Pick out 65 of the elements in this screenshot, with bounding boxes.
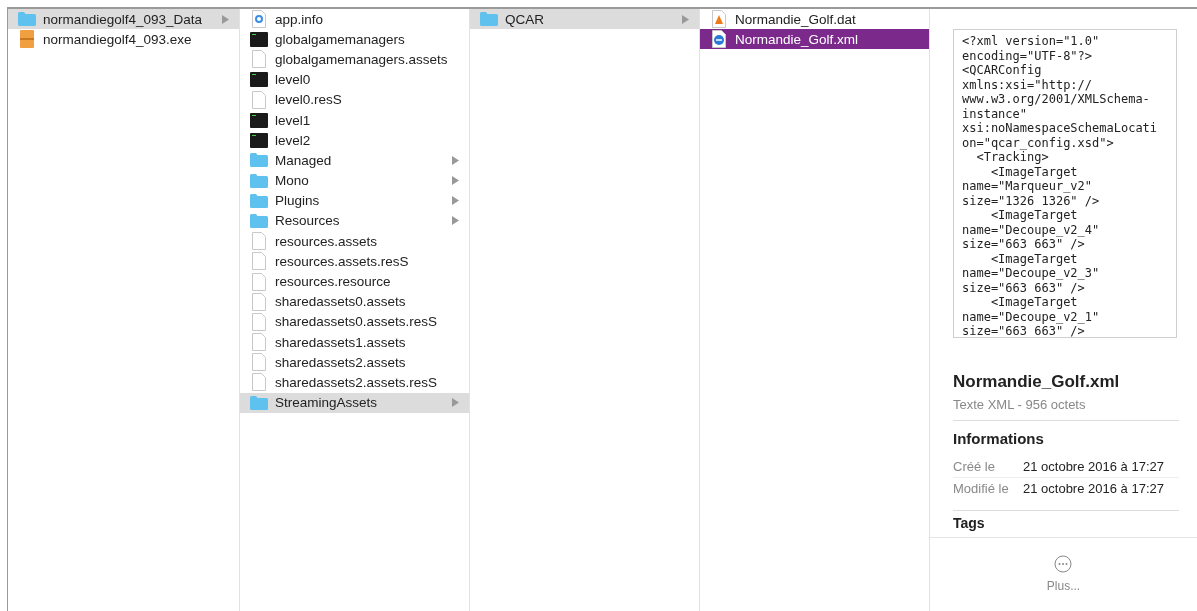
file-row[interactable]: app.info — [240, 9, 469, 30]
file-name: Normandie_Golf.xml — [953, 372, 1121, 392]
folder-icon — [250, 193, 268, 208]
more-icon — [1054, 555, 1073, 573]
section-heading: Tags — [953, 515, 986, 531]
terminal-icon — [250, 31, 268, 47]
file-row[interactable]: Normandie_Golf.dat — [700, 9, 929, 30]
chevron-icon — [452, 155, 459, 165]
file-row[interactable]: globalgamemanagers — [240, 29, 469, 50]
info-value: 21 octobre 2016 à 17:27 — [1023, 481, 1164, 496]
folder-icon — [480, 12, 498, 27]
file-row[interactable]: level0.resS — [240, 89, 469, 110]
chevron-icon — [222, 14, 229, 24]
folder-icon — [250, 213, 268, 228]
document-icon — [252, 312, 266, 331]
cone-icon — [712, 10, 726, 29]
terminal-icon — [250, 132, 268, 148]
file-row[interactable]: StreamingAssets — [240, 392, 469, 413]
file-row[interactable]: normandiegolf4_093.exe — [8, 29, 239, 50]
document-icon — [252, 252, 266, 271]
file-row[interactable]: Mono — [240, 170, 469, 191]
archive-icon — [20, 30, 34, 49]
file-row[interactable]: level2 — [240, 130, 469, 151]
xml-preview-text: <?xml version="1.0" encoding="UTF-8"?> <QCARConfig xmlns:xsi="http:// www.w3.org/2001/XMLSchema- instance" xsi:noNamespaceSchemaLocati on="qcar_config.xsd"> <Tracking> <ImageTarget name="Marqueur_v2" size="1326 1326" /> <ImageTarget name="Decoupe_v2_4" size="663 663" /> <ImageTarget name="Decoupe_v2_3" size="663 663" /> <ImageTarget name="Decoupe_v2_1" size="663 663" /> — [953, 29, 1177, 338]
file-row[interactable]: resources.assets.resS — [240, 251, 469, 272]
file-type-size: Texte XML - 956 octets — [953, 397, 1179, 421]
file-row[interactable]: sharedassets1.assets — [240, 332, 469, 353]
document-icon — [252, 373, 266, 392]
file-row[interactable]: Plugins — [240, 190, 469, 211]
file-row[interactable]: sharedassets0.assets — [240, 291, 469, 312]
document-icon — [252, 10, 266, 29]
file-row[interactable]: resources.assets — [240, 231, 469, 252]
xml-file-icon — [712, 30, 726, 49]
file-row[interactable]: Managed — [240, 150, 469, 171]
info-label: Modifié le — [953, 481, 1010, 496]
folder-icon — [250, 173, 268, 188]
document-icon — [252, 90, 266, 109]
file-row[interactable]: QCAR — [470, 9, 699, 30]
document-icon — [252, 50, 266, 69]
more-button[interactable]: Plus... — [1046, 555, 1081, 593]
document-icon — [252, 333, 266, 352]
terminal-icon — [250, 112, 268, 128]
document-icon — [252, 292, 266, 311]
section-heading: Informations — [953, 430, 1045, 447]
document-icon — [252, 232, 266, 251]
file-row[interactable]: level0 — [240, 69, 469, 90]
info-value: 21 octobre 2016 à 17:27 — [1023, 459, 1164, 474]
document-icon — [252, 353, 266, 372]
file-row[interactable]: normandiegolf4_093_Data — [8, 9, 239, 30]
document-icon — [252, 272, 266, 291]
folder-icon — [250, 153, 268, 168]
folder-icon — [250, 395, 268, 410]
file-row[interactable]: sharedassets2.assets — [240, 352, 469, 373]
file-row[interactable]: sharedassets2.assets.resS — [240, 372, 469, 393]
info-label: Créé le — [953, 459, 996, 474]
terminal-icon — [250, 72, 268, 88]
file-row[interactable]: resources.resource — [240, 271, 469, 292]
file-row[interactable]: sharedassets0.assets.resS — [240, 311, 469, 332]
file-row[interactable]: level1 — [240, 109, 469, 131]
folder-icon — [18, 12, 36, 27]
chevron-icon — [452, 398, 459, 408]
file-row[interactable]: globalgamemanagers.assets — [240, 49, 469, 70]
chevron-icon — [682, 14, 689, 24]
file-row[interactable]: Resources — [240, 210, 469, 232]
file-row[interactable]: Normandie_Golf.xml — [700, 29, 929, 50]
